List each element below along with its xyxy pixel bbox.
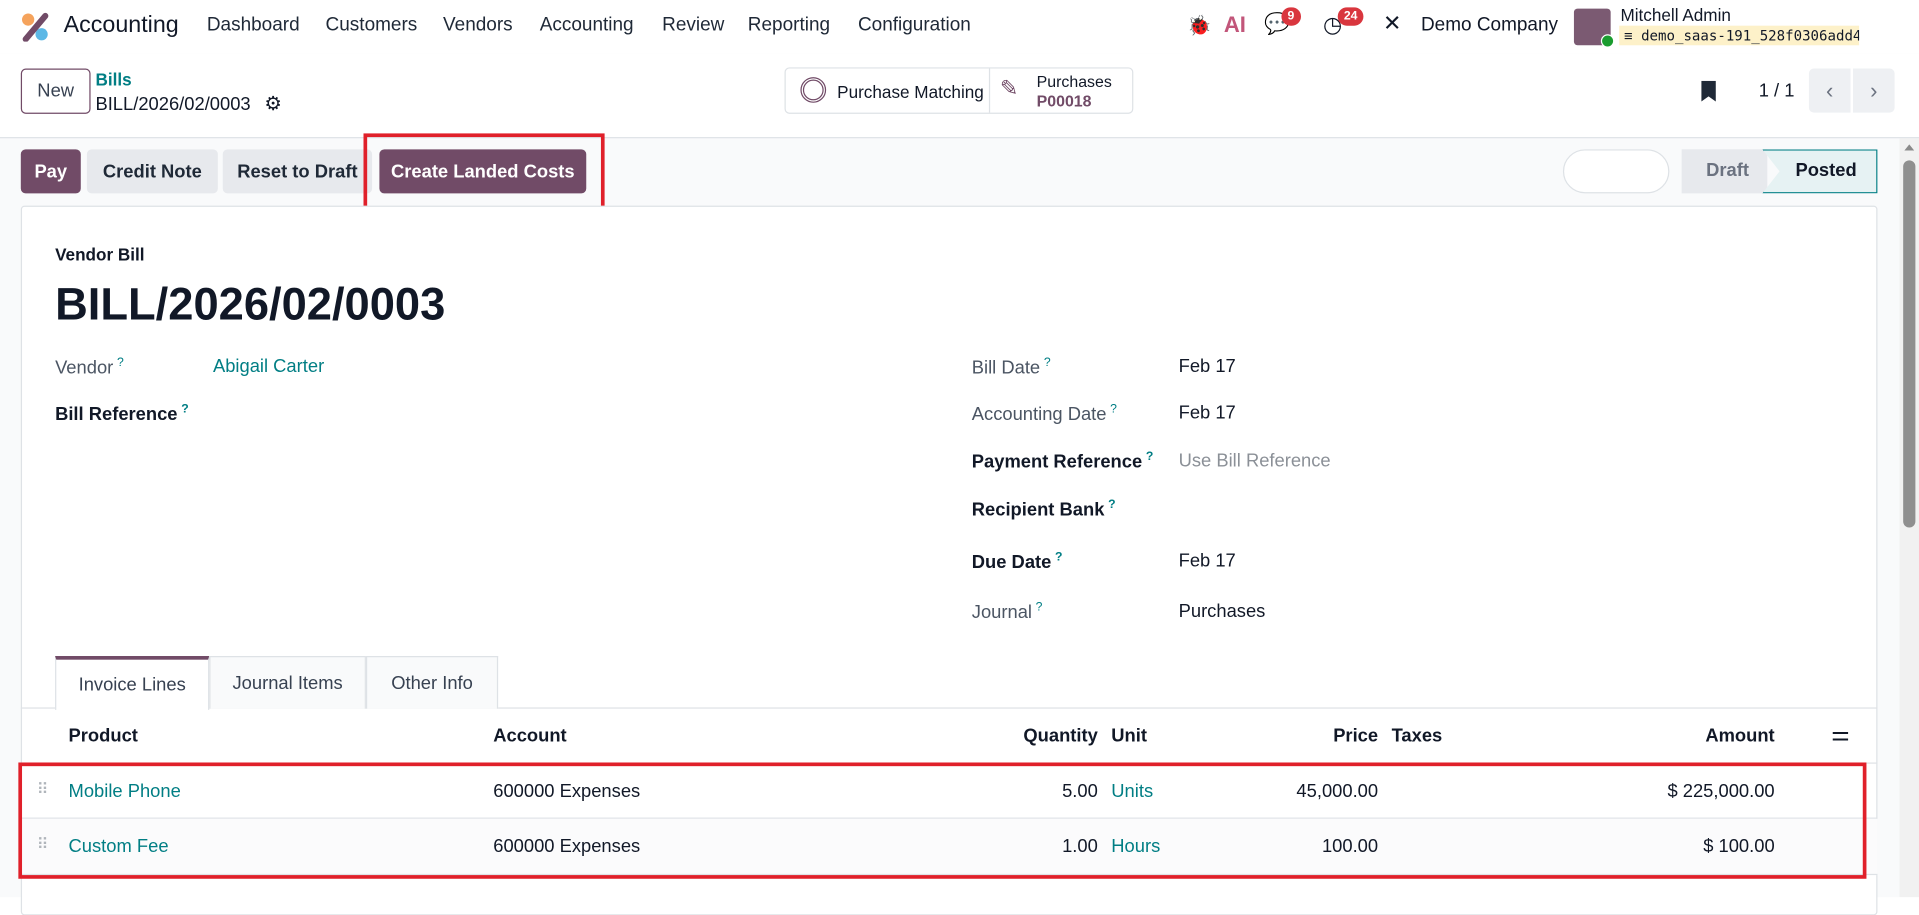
vendor-field[interactable]: Abigail Carter — [213, 356, 324, 377]
bill-reference-label: Bill Reference? — [55, 402, 189, 425]
purchase-matching-button[interactable]: Purchase Matching — [786, 68, 991, 113]
col-account[interactable]: Account — [493, 726, 566, 747]
messages-badge: 9 — [1281, 7, 1301, 26]
database-name: ≡ demo_saas-191_528f0306add4… — [1619, 25, 1860, 46]
column-settings-icon[interactable]: ⚌ — [1831, 722, 1850, 746]
highlight-box — [363, 133, 605, 216]
bill-date-label: Bill Date? — [971, 356, 1051, 379]
company-switcher[interactable]: Demo Company — [1421, 15, 1558, 37]
ai-icon[interactable]: AI — [1224, 12, 1246, 38]
debug-bug-icon[interactable]: 🐞 — [1187, 13, 1211, 37]
col-taxes[interactable]: Taxes — [1392, 726, 1443, 747]
accounting-date-field[interactable]: Feb 17 — [1179, 403, 1236, 424]
recipient-bank-input[interactable] — [1179, 493, 1864, 525]
stage-draft[interactable]: Draft — [1681, 149, 1768, 194]
activities-badge: 24 — [1337, 7, 1364, 26]
smart-buttons: Purchase Matching ✎ Purchases P00018 — [784, 67, 1134, 114]
recipient-bank-label: Recipient Bank? — [971, 498, 1116, 521]
journal-field[interactable]: Purchases — [1179, 601, 1266, 622]
user-name[interactable]: Mitchell Admin — [1620, 5, 1730, 25]
bill-reference-input[interactable] — [213, 398, 911, 430]
app-name[interactable]: Accounting — [64, 12, 179, 39]
bill-title: BILL/2026/02/0003 — [55, 279, 446, 330]
menu-configuration[interactable]: Configuration — [858, 15, 971, 37]
tools-icon[interactable]: ✕ — [1383, 11, 1401, 37]
scrollbar-thumb[interactable] — [1903, 160, 1916, 528]
pay-button[interactable]: Pay — [20, 149, 81, 194]
menu-review[interactable]: Review — [662, 15, 724, 37]
pager-value[interactable]: 1 / 1 — [1759, 81, 1795, 102]
col-price[interactable]: Price — [1256, 726, 1378, 747]
reset-to-draft-button[interactable]: Reset to Draft — [222, 149, 373, 194]
tab-other-info[interactable]: Other Info — [365, 656, 499, 709]
new-button[interactable]: New — [20, 68, 91, 114]
payment-reference-input[interactable]: Use Bill Reference — [1179, 450, 1331, 471]
col-quantity[interactable]: Quantity — [975, 726, 1097, 747]
menu-accounting[interactable]: Accounting — [540, 15, 634, 37]
tab-journal-items[interactable]: Journal Items — [209, 656, 366, 709]
document-type-label: Vendor Bill — [55, 244, 145, 265]
online-status-dot — [1600, 34, 1615, 48]
odoo-app-logo-icon[interactable] — [21, 12, 50, 42]
highlight-box — [18, 762, 1867, 879]
database-icon: ≡ — [1624, 26, 1642, 45]
pager-previous-button[interactable]: ‹ — [1808, 68, 1851, 113]
target-icon — [800, 77, 827, 103]
status-pill — [1562, 149, 1670, 194]
breadcrumb-bills[interactable]: Bills — [95, 70, 131, 90]
gear-icon[interactable]: ⚙ — [264, 92, 282, 116]
bill-date-field[interactable]: Feb 17 — [1179, 356, 1236, 377]
record-name: BILL/2026/02/0003 — [95, 94, 251, 116]
payment-reference-label: Payment Reference? — [971, 450, 1154, 473]
col-product[interactable]: Product — [69, 726, 138, 747]
scrollbar[interactable] — [1899, 138, 1919, 898]
col-amount[interactable]: Amount — [1591, 726, 1774, 747]
journal-label: Journal? — [971, 600, 1043, 623]
purchases-button[interactable]: ✎ Purchases P00018 — [990, 69, 1132, 113]
bookmark-icon[interactable] — [1701, 80, 1716, 102]
scroll-up-icon[interactable] — [1904, 144, 1915, 151]
credit-note-button[interactable]: Credit Note — [86, 149, 218, 194]
menu-customers[interactable]: Customers — [326, 15, 418, 37]
menu-reporting[interactable]: Reporting — [748, 15, 830, 37]
due-date-label: Due Date? — [971, 550, 1063, 573]
menu-vendors[interactable]: Vendors — [443, 15, 513, 37]
stage-posted[interactable]: Posted — [1762, 149, 1878, 194]
due-date-field[interactable]: Feb 17 — [1179, 551, 1236, 572]
edit-icon: ✎ — [999, 75, 1019, 101]
control-panel: New Bills BILL/2026/02/0003 ⚙ Purchase M… — [0, 53, 1919, 139]
tab-invoice-lines[interactable]: Invoice Lines — [55, 656, 210, 710]
vendor-label: Vendor? — [55, 356, 124, 379]
menu-dashboard[interactable]: Dashboard — [207, 15, 300, 37]
top-navbar: Accounting Dashboard Customers Vendors A… — [0, 0, 1919, 54]
avatar[interactable] — [1573, 8, 1615, 48]
col-unit[interactable]: Unit — [1111, 726, 1147, 747]
pager-next-button[interactable]: › — [1852, 68, 1895, 113]
accounting-date-label: Accounting Date? — [971, 402, 1117, 425]
